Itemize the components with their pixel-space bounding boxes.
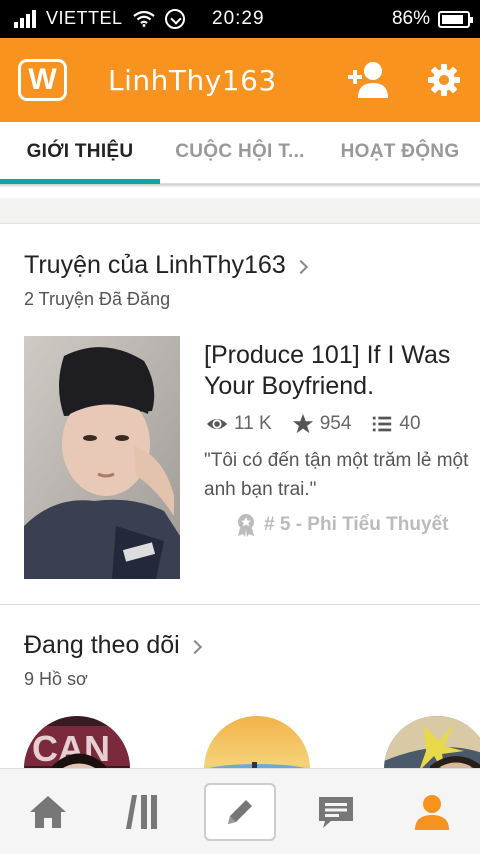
award-icon: [238, 514, 254, 537]
nav-library[interactable]: [96, 769, 192, 854]
add-user-icon[interactable]: [346, 60, 390, 100]
gear-icon[interactable]: [428, 64, 460, 96]
rank-text: # 5 - Phi Tiểu Thuyết: [264, 514, 449, 535]
nav-home[interactable]: [0, 769, 96, 854]
home-icon: [30, 796, 66, 828]
story-stats: 11 K 954 40: [206, 413, 435, 435]
eye-icon: [206, 418, 228, 430]
story-cover-image[interactable]: [24, 336, 180, 579]
app-bar: W LinhThy163: [0, 38, 480, 122]
stories-section-header[interactable]: Truyện của LinhThy163: [24, 251, 308, 280]
battery-percent: 86%: [391, 8, 430, 29]
profile-username: LinhThy163: [108, 64, 277, 97]
messages-icon: [319, 797, 353, 828]
list-icon: [373, 416, 392, 432]
signal-icon: [14, 9, 36, 28]
clock: 20:29: [212, 8, 265, 29]
nav-profile[interactable]: [384, 769, 480, 854]
bottom-navigation: [0, 768, 480, 854]
status-bar: VIETTEL 20:29 86%: [0, 0, 480, 38]
section-divider: [0, 604, 480, 605]
battery-icon: [438, 10, 473, 28]
tab-conversations[interactable]: CUỘC HỘI T...: [160, 122, 320, 182]
stories-count: 2 Truyện Đã Đăng: [24, 289, 171, 309]
story-description: "Tôi có đến tận một trăm lẻ một anh bạn …: [204, 450, 469, 500]
following-title: Đang theo dõi: [24, 631, 180, 659]
section-spacer: [0, 198, 480, 224]
following-count: 9 Hồ sơ: [24, 669, 88, 689]
following-section-header[interactable]: Đang theo dõi: [24, 631, 202, 660]
profile-tabs: GIỚI THIỆU CUỘC HỘI T... HOẠT ĐỘNG: [0, 122, 480, 184]
profile-icon: [415, 795, 449, 830]
tab-shadow: [0, 184, 480, 188]
nav-write[interactable]: [192, 769, 288, 854]
nav-messages[interactable]: [288, 769, 384, 854]
votes-count: 954: [319, 413, 352, 434]
stories-title: Truyện của LinhThy163: [24, 251, 286, 279]
chevron-right-icon: [187, 639, 202, 654]
tab-activity[interactable]: HOẠT ĐỘNG: [320, 122, 480, 182]
star-icon: [292, 413, 313, 434]
story-title[interactable]: [Produce 101] If I Was Your Boyfriend.: [204, 340, 474, 402]
pencil-icon: [228, 800, 252, 824]
wifi-icon: [132, 10, 155, 27]
parts-count: 40: [399, 413, 421, 434]
tab-about[interactable]: GIỚI THIỆU: [0, 122, 160, 182]
carrier-name: VIETTEL: [46, 8, 123, 28]
wattpad-logo-icon[interactable]: W: [18, 59, 67, 101]
compass-icon: [164, 8, 185, 29]
library-icon: [126, 795, 157, 829]
chevron-right-icon: [293, 259, 308, 274]
views-count: 11 K: [234, 413, 272, 434]
story-rank-badge: # 5 - Phi Tiểu Thuyết: [236, 513, 448, 537]
